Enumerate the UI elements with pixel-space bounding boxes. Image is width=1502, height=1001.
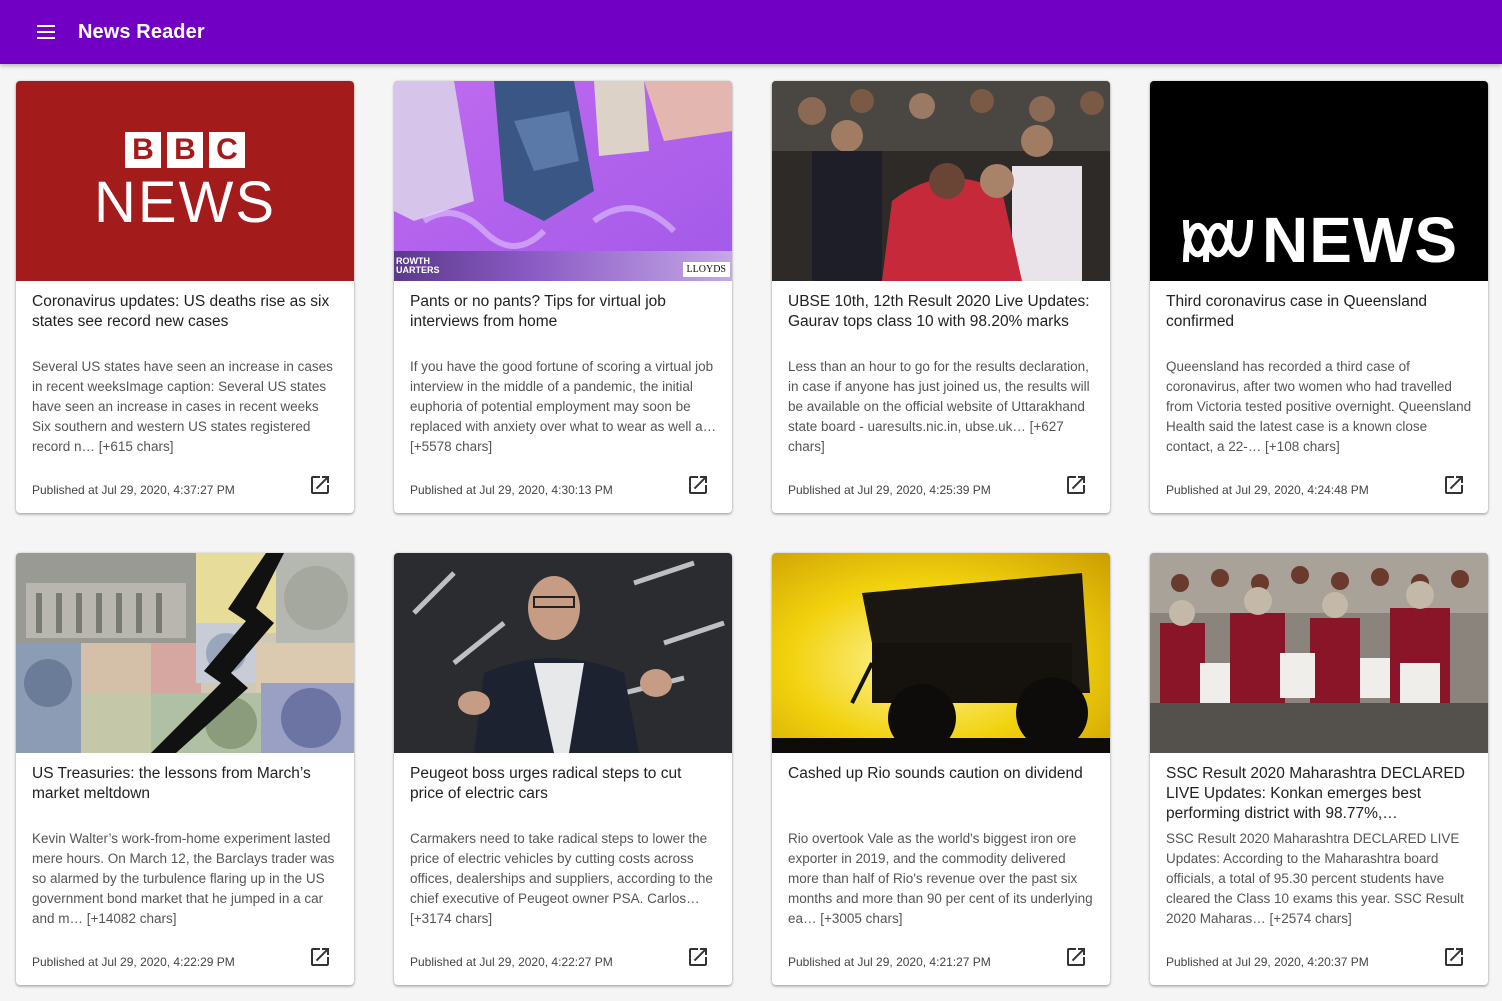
treasury-collage (16, 553, 354, 753)
bbc-logo-word: NEWS (94, 170, 276, 235)
open-in-new-icon[interactable] (1442, 473, 1466, 497)
article-title[interactable]: Coronavirus updates: US deaths rise as s… (32, 292, 340, 352)
article-card: NEWS Third coronavirus case in Queenslan… (1150, 81, 1488, 513)
article-image-bbc-news[interactable]: B B C NEWS (16, 81, 354, 281)
published-date: Published at Jul 29, 2020, 4:37:27 PM (32, 483, 235, 497)
article-description: SSC Result 2020 Maharashtra DECLARED LIV… (1166, 831, 1464, 926)
article-title[interactable]: Peugeot boss urges radical steps to cut … (410, 764, 718, 824)
article-image-students-celebrating[interactable] (772, 81, 1110, 281)
published-date: Published at Jul 29, 2020, 4:22:29 PM (32, 955, 235, 969)
published-date: Published at Jul 29, 2020, 4:30:13 PM (410, 483, 613, 497)
open-in-new-icon[interactable] (1064, 945, 1088, 969)
article-description: Less than an hour to go for the results … (788, 359, 1090, 454)
menu-icon[interactable] (22, 8, 70, 56)
article-grid: B B C NEWS Coronavirus updates: US death… (16, 81, 1488, 985)
published-date: Published at Jul 29, 2020, 4:21:27 PM (788, 955, 991, 969)
bbc-logo-blocks: B B C (125, 132, 245, 168)
article-card: Peugeot boss urges radical steps to cut … (394, 553, 732, 985)
abc-lissajous-icon (1183, 219, 1253, 263)
article-title[interactable]: Pants or no pants? Tips for virtual job … (410, 292, 718, 352)
article-image-mining-truck[interactable] (772, 553, 1110, 753)
open-in-new-icon[interactable] (686, 473, 710, 497)
article-image-treasury-collage[interactable] (16, 553, 354, 753)
abc-logo-word: NEWS (1262, 204, 1458, 276)
article-card: US Treasuries: the lessons from March’s … (16, 553, 354, 985)
article-title[interactable]: SSC Result 2020 Maharashtra DECLARED LIV… (1166, 764, 1474, 824)
article-title[interactable]: Cashed up Rio sounds caution on dividend (788, 764, 1096, 824)
peugeot-ceo-photo (394, 553, 732, 753)
open-in-new-icon[interactable] (1064, 473, 1088, 497)
students-photo (772, 81, 1110, 281)
article-card: SSC Result 2020 Maharashtra DECLARED LIV… (1150, 553, 1488, 985)
article-image-abc-news[interactable]: NEWS (1150, 81, 1488, 281)
article-description: Kevin Walter’s work-from-home experiment… (32, 831, 335, 926)
article-card: ROWTH UARTERS LLOYDS Pants or no pants? … (394, 81, 732, 513)
open-in-new-icon[interactable] (308, 473, 332, 497)
article-title[interactable]: Third coronavirus case in Queensland con… (1166, 292, 1474, 352)
article-description: Several US states have seen an increase … (32, 359, 333, 454)
open-in-new-icon[interactable] (686, 945, 710, 969)
lloyds-logo: LLOYDS (682, 262, 730, 277)
article-image-peugeot-ceo[interactable] (394, 553, 732, 753)
ssc-students-photo (1150, 553, 1488, 753)
article-card: UBSE 10th, 12th Result 2020 Live Updates… (772, 81, 1110, 513)
article-description: Queensland has recorded a third case of … (1166, 359, 1472, 454)
article-description: If you have the good fortune of scoring … (410, 359, 717, 454)
open-in-new-icon[interactable] (1442, 945, 1466, 969)
article-image-jeans[interactable]: ROWTH UARTERS LLOYDS (394, 81, 732, 281)
app-bar: News Reader (0, 0, 1502, 64)
published-date: Published at Jul 29, 2020, 4:20:37 PM (1166, 955, 1369, 969)
published-date: Published at Jul 29, 2020, 4:25:39 PM (788, 483, 991, 497)
article-card: Cashed up Rio sounds caution on dividend… (772, 553, 1110, 985)
mining-truck-photo (772, 553, 1110, 753)
image-caption-left: ROWTH UARTERS (396, 256, 440, 275)
article-title[interactable]: US Treasuries: the lessons from March’s … (32, 764, 340, 824)
open-in-new-icon[interactable] (308, 945, 332, 969)
article-image-ssc-students[interactable] (1150, 553, 1488, 753)
article-description: Carmakers need to take radical steps to … (410, 831, 713, 926)
app-title: News Reader (78, 20, 205, 43)
article-card: B B C NEWS Coronavirus updates: US death… (16, 81, 354, 513)
published-date: Published at Jul 29, 2020, 4:22:27 PM (410, 955, 613, 969)
article-description: Rio overtook Vale as the world's biggest… (788, 831, 1093, 926)
article-title[interactable]: UBSE 10th, 12th Result 2020 Live Updates… (788, 292, 1096, 352)
published-date: Published at Jul 29, 2020, 4:24:48 PM (1166, 483, 1369, 497)
image-banner (394, 251, 732, 281)
